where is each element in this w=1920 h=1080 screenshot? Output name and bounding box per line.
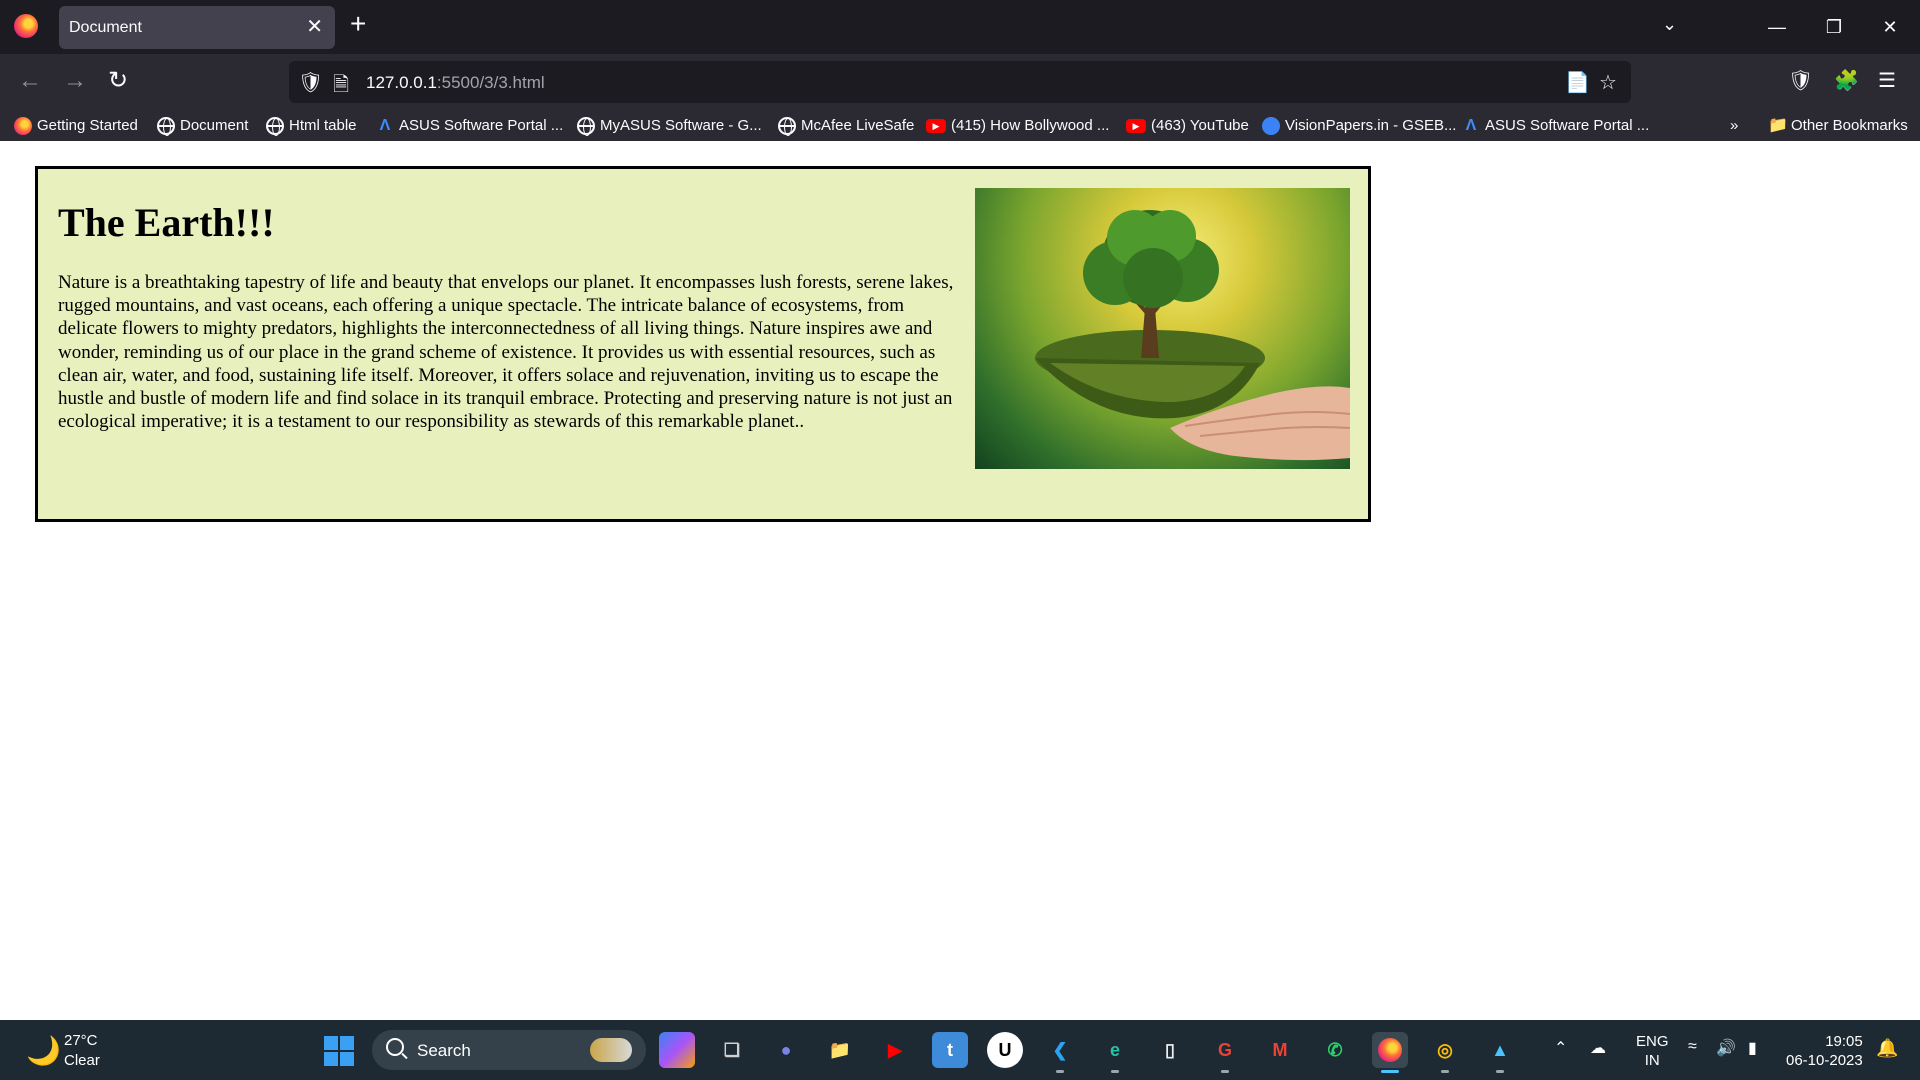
t-app-icon[interactable]: t: [932, 1032, 968, 1068]
close-window-button[interactable]: ✕: [1867, 10, 1913, 44]
pocket-icon[interactable]: 🛡: [1788, 68, 1813, 93]
bookmark-getting-started[interactable]: Getting Started: [14, 114, 138, 138]
globe-icon: [266, 117, 284, 136]
search-label: Search: [417, 1041, 471, 1060]
earth-card: The Earth!!! Nature is a breathtaking ta…: [35, 166, 1371, 522]
restore-button[interactable]: ❐: [1811, 10, 1857, 44]
volume-icon[interactable]: 🔊: [1716, 1038, 1736, 1058]
task-view-icon[interactable]: ❏: [714, 1032, 750, 1068]
language-bottom: IN: [1644, 1052, 1660, 1069]
chrome-icon[interactable]: ◎: [1427, 1032, 1463, 1073]
asus-icon: Λ: [379, 117, 391, 134]
photos-icon[interactable]: ▲: [1482, 1032, 1518, 1073]
edge-icon[interactable]: e: [1097, 1032, 1133, 1073]
nature-paragraph: Nature is a breathtaking tapestry of lif…: [58, 272, 954, 433]
bookmark-visionpapers[interactable]: VisionPapers.in - GSEB...: [1262, 114, 1456, 138]
clock-time: 19:05: [1825, 1033, 1863, 1050]
page-icon[interactable]: 🗎: [333, 70, 349, 104]
new-tab-button[interactable]: +: [350, 10, 366, 38]
notepad-icon[interactable]: ▯: [1152, 1032, 1188, 1068]
wifi-icon[interactable]: ≈: [1688, 1038, 1697, 1056]
globe-icon: [778, 117, 796, 136]
bookmark-asus-portal[interactable]: Λ ASUS Software Portal ...: [376, 114, 564, 138]
onedrive-icon[interactable]: ☁: [1590, 1038, 1606, 1058]
youtube-icon: ▶: [1126, 119, 1146, 133]
tab-bar: Document ✕ + ⌄ — ❐ ✕: [0, 0, 1920, 54]
youtube-icon: ▶: [926, 119, 946, 133]
search-icon: [386, 1038, 404, 1056]
bookmark-mcafee[interactable]: McAfee LiveSafe: [778, 114, 914, 138]
gmail-icon[interactable]: M: [1262, 1032, 1298, 1068]
google-icon[interactable]: G: [1207, 1032, 1243, 1073]
youtube-icon[interactable]: ▶: [877, 1032, 913, 1068]
bookmark-youtube[interactable]: ▶ (463) YouTube: [1126, 114, 1249, 138]
shield-icon[interactable]: 🛡: [298, 70, 323, 95]
other-bookmarks[interactable]: 📁 Other Bookmarks: [1768, 114, 1908, 138]
globe-icon: [577, 117, 595, 136]
bookmark-star-icon[interactable]: ☆: [1599, 70, 1617, 95]
bookmark-asus-portal-2[interactable]: Λ ASUS Software Portal ...: [1462, 114, 1650, 138]
file-explorer-icon[interactable]: 📁: [822, 1032, 858, 1068]
back-button[interactable]: ←: [18, 68, 42, 94]
weather-temperature[interactable]: 27°C: [64, 1032, 98, 1049]
forward-button[interactable]: →: [63, 68, 87, 94]
bookmarks-toolbar: Getting Started Document Html table Λ AS…: [0, 110, 1920, 141]
asus-icon: Λ: [1465, 117, 1477, 134]
reload-button[interactable]: ↻: [108, 68, 128, 94]
clock-date: 06-10-2023: [1786, 1052, 1863, 1069]
bookmark-html-table[interactable]: Html table: [266, 114, 357, 138]
bookmark-youtube-bollywood[interactable]: ▶ (415) How Bollywood ...: [926, 114, 1109, 138]
globe-icon: [157, 117, 175, 136]
weather-description[interactable]: Clear: [64, 1052, 100, 1069]
clock[interactable]: 19:05 06-10-2023: [1786, 1032, 1863, 1070]
windows-start-icon[interactable]: [324, 1036, 354, 1066]
url-text[interactable]: 127.0.0.1:5500/3/3.html: [366, 73, 545, 93]
firefox-icon[interactable]: [1372, 1032, 1408, 1073]
page-viewport: The Earth!!! Nature is a breathtaking ta…: [0, 141, 1920, 1020]
moon-weather-icon[interactable]: 🌙: [26, 1034, 61, 1067]
url-bar[interactable]: 🛡 🗎 127.0.0.1:5500/3/3.html 📄 ☆: [289, 61, 1631, 103]
tab-document[interactable]: Document ✕: [59, 6, 335, 49]
tree-in-hands-image: [975, 188, 1350, 469]
more-bookmarks-icon[interactable]: »: [1730, 114, 1738, 138]
tab-close-icon[interactable]: ✕: [306, 14, 323, 39]
whatsapp-icon[interactable]: ✆: [1317, 1032, 1353, 1068]
taskbar-search[interactable]: Search: [372, 1030, 646, 1070]
reader-view-icon[interactable]: 📄: [1565, 70, 1590, 95]
search-highlight-icon: [590, 1038, 632, 1062]
menu-icon[interactable]: ☰: [1878, 68, 1896, 93]
show-hidden-icons-icon[interactable]: ⌃: [1554, 1038, 1567, 1058]
folder-icon: 📁: [1768, 117, 1788, 134]
vscode-icon[interactable]: ❮: [1042, 1032, 1078, 1073]
language-indicator[interactable]: ENG IN: [1636, 1032, 1669, 1070]
tree-in-hands-photo: [1035, 210, 1350, 461]
tab-title: Document: [69, 19, 142, 36]
extensions-icon[interactable]: 🧩: [1834, 68, 1859, 93]
teams-icon[interactable]: ●: [768, 1032, 804, 1068]
bookmark-myasus[interactable]: MyASUS Software - G...: [577, 114, 762, 138]
copilot-icon[interactable]: [659, 1032, 695, 1068]
visionpapers-icon: [1262, 117, 1280, 135]
firefox-icon: [14, 14, 38, 38]
u-app-icon[interactable]: U: [987, 1032, 1023, 1068]
windows-taskbar: 🌙 27°C Clear Search ❏ ● 📁 ▶ t U ❮ e ▯ G …: [0, 1020, 1920, 1080]
language-top: ENG: [1636, 1033, 1669, 1050]
navigation-toolbar: ← → ↻ 🛡 🗎 127.0.0.1:5500/3/3.html 📄 ☆ 🛡 …: [0, 54, 1920, 110]
page-heading: The Earth!!!: [58, 200, 275, 245]
notifications-icon[interactable]: 🔔: [1876, 1038, 1898, 1059]
firefox-icon: [14, 117, 32, 135]
battery-icon[interactable]: ▮: [1748, 1038, 1757, 1058]
list-all-tabs-icon[interactable]: ⌄: [1662, 14, 1677, 35]
bookmark-document[interactable]: Document: [157, 114, 248, 138]
minimize-button[interactable]: —: [1754, 10, 1800, 44]
